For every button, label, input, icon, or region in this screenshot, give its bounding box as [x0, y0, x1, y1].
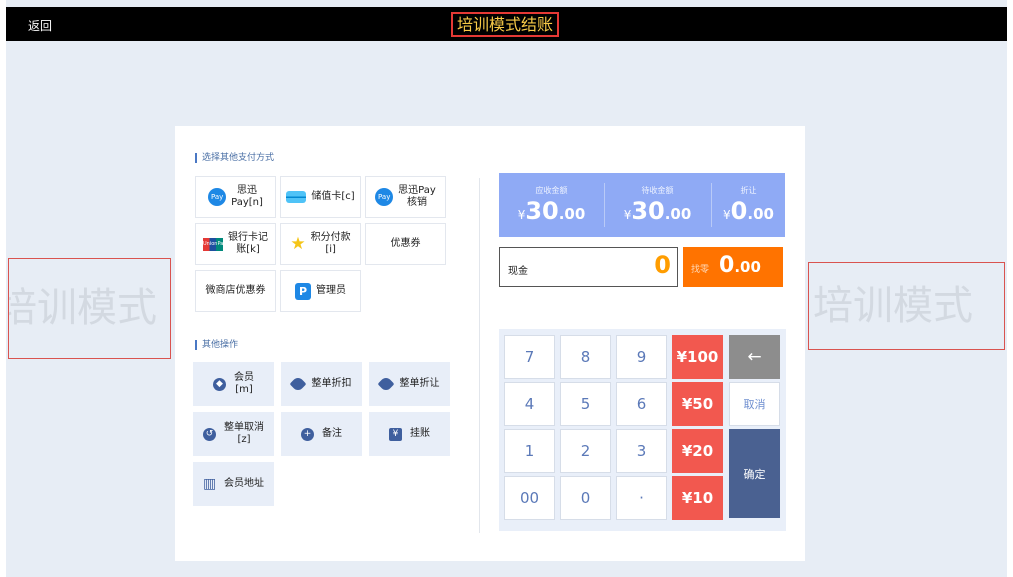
- op-label: 整单折扣: [311, 378, 352, 389]
- op-cancel-order-button[interactable]: ↺ 整单取消 [z]: [193, 412, 274, 456]
- tag-icon: [377, 375, 394, 393]
- pending-amount: 待收金额 ¥30.00: [605, 173, 710, 237]
- pay-icon: Pay: [208, 188, 227, 206]
- undo-icon: ↺: [203, 427, 216, 441]
- pay-method-label: 微商店优惠券: [205, 285, 266, 296]
- discount-label: 折让: [740, 186, 757, 195]
- operations-section-title: 其他操作: [195, 340, 238, 350]
- confirm-button[interactable]: 确定: [729, 429, 780, 518]
- key-5[interactable]: 5: [560, 382, 611, 426]
- op-credit-button[interactable]: ¥ 挂账: [369, 412, 450, 456]
- cancel-button[interactable]: 取消: [729, 382, 780, 426]
- tag-icon: [289, 375, 306, 393]
- key-2[interactable]: 2: [560, 429, 611, 473]
- receivable-label: 应收金额: [535, 186, 568, 195]
- op-label: 会员 [m]: [234, 372, 254, 395]
- key-1[interactable]: 1: [504, 429, 555, 473]
- pay-method-label: 思迅Pay 核销: [398, 185, 436, 208]
- op-member-button[interactable]: ◆ 会员 [m]: [193, 362, 274, 406]
- training-watermark-right: 培训模式: [808, 262, 1005, 350]
- receivable-amount: 应收金额 ¥30.00: [499, 173, 604, 237]
- pay-icon: Pay: [375, 188, 394, 206]
- backspace-button[interactable]: ←: [729, 335, 780, 379]
- op-label: 备注: [322, 428, 342, 439]
- pay-method-label: 管理员: [316, 285, 346, 296]
- unionpay-icon: UnionPay: [203, 237, 226, 251]
- pay-method-stored-card[interactable]: 储值卡[c]: [280, 176, 361, 218]
- discount-value: ¥0.00: [723, 197, 774, 225]
- key-7[interactable]: 7: [504, 335, 555, 379]
- back-button[interactable]: 返回: [28, 17, 52, 34]
- key-00[interactable]: 00: [504, 476, 555, 520]
- key-dot[interactable]: ·: [616, 476, 667, 520]
- op-order-discount-button[interactable]: 整单折扣: [281, 362, 362, 406]
- page-title: 培训模式结账: [451, 12, 560, 37]
- top-bar: 返回 培训模式结账: [6, 7, 1007, 41]
- pay-method-points[interactable]: ★ 积分付款 [i]: [280, 223, 361, 265]
- quick-amount-10-button[interactable]: ¥10: [672, 476, 723, 520]
- key-3[interactable]: 3: [616, 429, 667, 473]
- pay-method-label: 银行卡记 账[k]: [228, 232, 268, 255]
- card-icon: [286, 191, 307, 203]
- app-window: 返回 培训模式结账 培训模式 培训模式 选择其他支付方式 Pay 思迅 Pay[…: [6, 0, 1007, 577]
- op-member-address-button[interactable]: ▥ 会员地址: [193, 462, 274, 506]
- key-9[interactable]: 9: [616, 335, 667, 379]
- paypal-icon: P: [295, 282, 311, 300]
- pay-method-label: 积分付款 [i]: [310, 232, 351, 255]
- pay-method-wechat-shop-coupon[interactable]: 微商店优惠券: [195, 270, 276, 312]
- pay-method-label: 思迅 Pay[n]: [231, 185, 263, 208]
- quick-amount-50-button[interactable]: ¥50: [672, 382, 723, 426]
- payment-section-title: 选择其他支付方式: [195, 153, 274, 163]
- member-icon: ◆: [213, 377, 226, 391]
- op-label: 整单取消 [z]: [224, 422, 264, 445]
- cash-value: 0: [654, 251, 671, 279]
- change-label: 找零: [691, 265, 710, 275]
- key-6[interactable]: 6: [616, 382, 667, 426]
- key-4[interactable]: 4: [504, 382, 555, 426]
- pay-method-coupon[interactable]: 优惠券: [365, 223, 446, 265]
- quick-amount-20-button[interactable]: ¥20: [672, 429, 723, 473]
- change-value: 0.00: [719, 253, 761, 278]
- op-label: 挂账: [410, 428, 430, 439]
- op-label: 整单折让: [399, 378, 440, 389]
- ledger-icon: ¥: [389, 427, 402, 441]
- cash-input[interactable]: 现金 0: [499, 247, 678, 287]
- key-0[interactable]: 0: [560, 476, 611, 520]
- pay-method-label: 优惠券: [390, 238, 421, 249]
- pay-method-sixun-pay[interactable]: Pay 思迅 Pay[n]: [195, 176, 276, 218]
- pay-method-bank-card[interactable]: UnionPay 银行卡记 账[k]: [195, 223, 276, 265]
- pay-method-sixun-pay-verify[interactable]: Pay 思迅Pay 核销: [365, 176, 446, 218]
- panel-divider: [479, 178, 480, 533]
- op-order-allowance-button[interactable]: 整单折让: [369, 362, 450, 406]
- cash-label: 现金: [508, 266, 528, 277]
- checkout-panel: 选择其他支付方式 Pay 思迅 Pay[n] 储值卡[c] Pay 思迅Pay …: [175, 126, 805, 561]
- star-icon: ★: [290, 233, 306, 254]
- change-display: 找零 0.00: [683, 247, 783, 287]
- training-watermark-left: 培训模式: [8, 258, 171, 359]
- discount-amount: 折让 ¥0.00: [712, 173, 785, 237]
- op-note-button[interactable]: + 备注: [281, 412, 362, 456]
- quick-amount-100-button[interactable]: ¥100: [672, 335, 723, 379]
- building-icon: ▥: [203, 475, 217, 492]
- op-label: 会员地址: [224, 478, 264, 489]
- plus-icon: +: [301, 427, 314, 441]
- pay-method-label: 储值卡[c]: [311, 191, 355, 202]
- pending-value: ¥30.00: [623, 197, 692, 225]
- amount-summary: 应收金额 ¥30.00 待收金额 ¥30.00 折让 ¥0.00: [499, 173, 785, 237]
- keypad: 7 8 9 ¥100 ← 4 5 6 ¥50 取消 1 2 3 ¥20 确定 0…: [499, 329, 786, 531]
- pay-method-admin[interactable]: P 管理员: [280, 270, 361, 312]
- receivable-value: ¥30.00: [517, 197, 586, 225]
- watermark-text: 培训模式: [813, 283, 973, 329]
- key-8[interactable]: 8: [560, 335, 611, 379]
- watermark-text: 培训模式: [8, 285, 157, 331]
- pending-label: 待收金额: [641, 186, 674, 195]
